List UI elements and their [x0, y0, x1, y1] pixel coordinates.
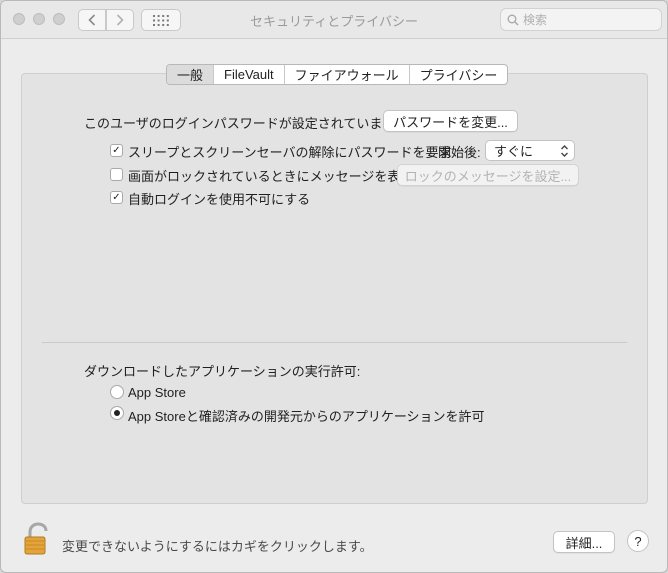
disable-autologin-checkbox[interactable]: ✓	[110, 191, 123, 204]
close-window-button[interactable]	[13, 13, 25, 25]
content-panel	[21, 73, 648, 504]
chevron-left-icon	[88, 14, 96, 26]
require-password-delay-label: 開始後:	[438, 145, 481, 160]
show-all-button[interactable]	[141, 9, 181, 31]
section-divider	[42, 342, 627, 343]
lock-instruction-text: 変更できないようにするにはカギをクリックします。	[62, 539, 373, 554]
advanced-button[interactable]: 詳細...	[553, 531, 615, 553]
tab-bar: 一般 FileVault ファイアウォール プライバシー	[166, 64, 509, 85]
checkmark-icon: ✓	[112, 191, 121, 203]
require-password-label: スリープとスクリーンセーバの解除にパスワードを要求	[128, 145, 452, 160]
back-button[interactable]	[78, 9, 106, 31]
checkmark-icon: ✓	[112, 144, 121, 156]
downloads-title: ダウンロードしたアプリケーションの実行許可:	[84, 364, 361, 379]
radio-app-store-label: App Store	[128, 385, 186, 400]
tab-firewall[interactable]: ファイアウォール	[285, 65, 410, 84]
require-password-checkbox[interactable]: ✓	[110, 144, 123, 157]
require-password-delay-value: すぐに	[494, 144, 534, 159]
forward-button[interactable]	[106, 9, 134, 31]
lock-icon[interactable]	[22, 522, 52, 556]
radio-app-store-identified[interactable]	[110, 406, 124, 420]
chevron-right-icon	[116, 14, 124, 26]
password-status-text: このユーザのログインパスワードが設定されています	[84, 116, 396, 131]
grid-icon	[153, 14, 169, 26]
minimize-window-button[interactable]	[33, 13, 45, 25]
set-lock-message-button[interactable]: ロックのメッセージを設定...	[397, 164, 579, 186]
tab-privacy[interactable]: プライバシー	[410, 65, 508, 84]
tab-filevault[interactable]: FileVault	[214, 65, 285, 84]
titlebar: セキュリティとプライバシー 検索	[1, 1, 667, 39]
radio-selected-dot	[114, 410, 120, 416]
show-message-label: 画面がロックされているときにメッセージを表示	[128, 169, 414, 184]
search-placeholder: 検索	[523, 13, 548, 27]
radio-app-store[interactable]	[110, 385, 124, 399]
require-password-delay-select[interactable]: すぐに	[485, 140, 575, 161]
show-message-checkbox[interactable]	[110, 168, 123, 181]
change-password-button[interactable]: パスワードを変更...	[383, 110, 518, 132]
radio-app-store-identified-label: App Storeと確認済みの開発元からのアプリケーションを許可	[128, 409, 485, 424]
zoom-window-button[interactable]	[53, 13, 65, 25]
help-button[interactable]: ?	[627, 530, 649, 552]
search-field[interactable]: 検索	[500, 8, 662, 31]
chevron-updown-icon	[561, 145, 568, 157]
disable-autologin-label: 自動ログインを使用不可にする	[128, 192, 311, 207]
search-icon	[507, 14, 519, 25]
tab-general[interactable]: 一般	[167, 65, 215, 84]
preferences-window: セキュリティとプライバシー 検索 一般 FileVault ファイアウォール プ…	[0, 0, 668, 573]
